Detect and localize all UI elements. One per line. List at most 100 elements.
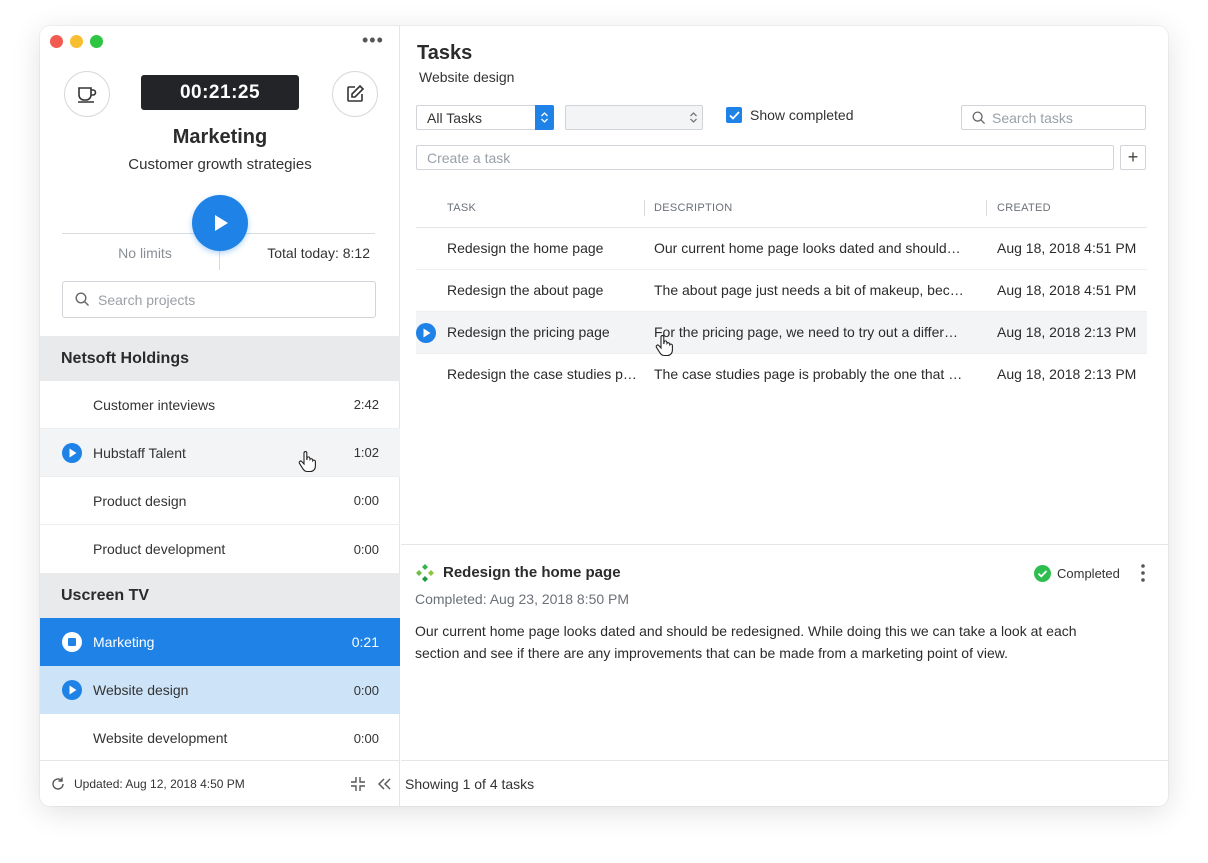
app-window: ••• 00:21:25 Marketing Customer growth s… (40, 26, 1168, 806)
project-row[interactable]: Product development 0:00 (40, 525, 400, 573)
create-task-input[interactable]: Create a task (416, 145, 1114, 170)
detail-task-title: Redesign the home page (443, 564, 621, 581)
column-header-created[interactable]: CREATED (997, 202, 1051, 214)
select-arrows-icon (535, 105, 554, 130)
tasks-footer: Showing 1 of 4 tasks (401, 760, 1168, 806)
search-icon (75, 292, 89, 306)
project-name: Website design (93, 682, 189, 698)
show-completed-toggle[interactable]: Show completed (726, 107, 854, 123)
project-time: 2:42 (353, 397, 379, 412)
projects-panel: ••• 00:21:25 Marketing Customer growth s… (40, 26, 400, 806)
add-task-button[interactable]: + (1120, 145, 1146, 170)
checkmark-icon (728, 110, 740, 120)
refresh-icon[interactable] (50, 776, 66, 792)
stop-circle-icon[interactable] (62, 632, 82, 652)
task-created: Aug 18, 2018 2:13 PM (997, 366, 1137, 382)
limits-label: No limits (118, 245, 172, 261)
project-time: 1:02 (353, 445, 379, 460)
select-arrows-icon (684, 105, 703, 130)
play-icon (215, 215, 228, 231)
project-row[interactable]: Website development 0:00 (40, 714, 400, 762)
app-logo-icon (416, 564, 434, 582)
project-name: Customer inteviews (93, 396, 216, 413)
column-divider (644, 200, 645, 216)
minimize-window-button[interactable] (70, 35, 83, 48)
total-today-label: Total today: 8:12 (267, 245, 370, 261)
project-name: Product development (93, 541, 226, 557)
secondary-filter-select[interactable] (565, 105, 703, 130)
zoom-window-button[interactable] (90, 35, 103, 48)
timer-display: 00:21:25 (141, 75, 299, 110)
check-circle-icon (1034, 565, 1051, 582)
kebab-menu-icon[interactable] (1139, 563, 1147, 583)
group-header-netsoft: Netsoft Holdings (40, 336, 400, 381)
task-description: For the pricing page, we need to try out… (654, 324, 964, 340)
task-filter-select[interactable]: All Tasks (416, 105, 554, 130)
group-header-uscreen: Uscreen TV (40, 573, 400, 618)
collapse-panel-icon[interactable] (375, 775, 393, 793)
detail-status-badge[interactable]: Completed (1034, 565, 1120, 582)
task-created: Aug 18, 2018 4:51 PM (997, 282, 1137, 298)
project-name: Marketing (93, 634, 155, 650)
task-created: Aug 18, 2018 4:51 PM (997, 240, 1137, 256)
start-timer-button[interactable] (192, 195, 248, 251)
table-row[interactable]: Redesign the home page Our current home … (416, 228, 1147, 270)
task-description: The about page just needs a bit of makeu… (654, 282, 964, 298)
search-projects-input[interactable]: Search projects (62, 281, 376, 318)
create-task-placeholder: Create a task (427, 149, 511, 166)
detail-status-label: Completed (1057, 566, 1120, 581)
project-time: 0:00 (353, 682, 379, 698)
task-description: Our current home page looks dated and sh… (654, 240, 961, 256)
detail-description: Our current home page looks dated and sh… (415, 623, 1077, 661)
project-row-selected[interactable]: Website design 0:00 (40, 666, 400, 714)
more-menu-icon[interactable]: ••• (362, 31, 384, 49)
sidebar-footer: Updated: Aug 12, 2018 4:50 PM (40, 760, 400, 806)
column-divider (986, 200, 987, 216)
hand-cursor-icon (655, 335, 673, 357)
task-name: Redesign the pricing page (447, 324, 610, 340)
break-button[interactable] (64, 71, 110, 117)
compact-view-icon[interactable] (349, 775, 367, 793)
edit-note-button[interactable] (332, 71, 378, 117)
task-name: Redesign the home page (447, 240, 604, 256)
project-list: Netsoft Holdings Customer inteviews 2:42… (40, 336, 400, 762)
project-row-active[interactable]: Marketing 0:21 (40, 618, 400, 666)
plus-icon: + (1127, 147, 1139, 167)
detail-completed-at: Completed: Aug 23, 2018 8:50 PM (415, 591, 630, 607)
search-tasks-input[interactable]: Search tasks (961, 105, 1146, 130)
detail-divider (401, 544, 1168, 545)
task-name: Redesign the about page (447, 282, 604, 298)
show-completed-label: Show completed (750, 107, 854, 123)
column-header-task[interactable]: TASK (447, 202, 476, 214)
coffee-cup-icon (78, 87, 97, 103)
close-window-button[interactable] (50, 35, 63, 48)
project-row[interactable]: Customer inteviews 2:42 (40, 381, 400, 429)
table-row[interactable]: Redesign the case studies pa… The case s… (416, 354, 1147, 396)
project-row[interactable]: Hubstaff Talent 1:02 (40, 429, 400, 477)
tasks-subtitle: Website design (419, 69, 515, 85)
project-name: Hubstaff Talent (93, 444, 186, 461)
current-task-subtitle: Customer growth strategies (128, 156, 312, 173)
search-icon (972, 110, 986, 124)
search-projects-placeholder: Search projects (98, 291, 196, 308)
task-created: Aug 18, 2018 2:13 PM (997, 324, 1137, 340)
edit-icon (347, 84, 365, 102)
play-circle-icon[interactable] (62, 680, 82, 700)
task-name: Redesign the case studies pa… (447, 366, 642, 382)
project-time: 0:00 (353, 493, 379, 508)
tasks-count-label: Showing 1 of 4 tasks (405, 775, 535, 792)
table-row[interactable]: Redesign the pricing page For the pricin… (416, 312, 1147, 354)
tasks-panel: Tasks Website design All Tasks Show comp… (401, 26, 1168, 806)
project-row[interactable]: Product design 0:00 (40, 477, 400, 525)
play-circle-icon[interactable] (416, 323, 436, 343)
search-tasks-placeholder: Search tasks (992, 109, 1073, 126)
play-circle-icon[interactable] (62, 442, 82, 463)
window-controls (50, 35, 103, 48)
show-completed-checkbox[interactable] (726, 107, 742, 123)
project-time: 0:00 (353, 730, 379, 746)
column-header-description[interactable]: DESCRIPTION (654, 202, 732, 214)
table-row[interactable]: Redesign the about page The about page j… (416, 270, 1147, 312)
project-name: Product design (93, 492, 187, 509)
tasks-title: Tasks (417, 42, 473, 64)
project-name: Website development (93, 730, 228, 746)
